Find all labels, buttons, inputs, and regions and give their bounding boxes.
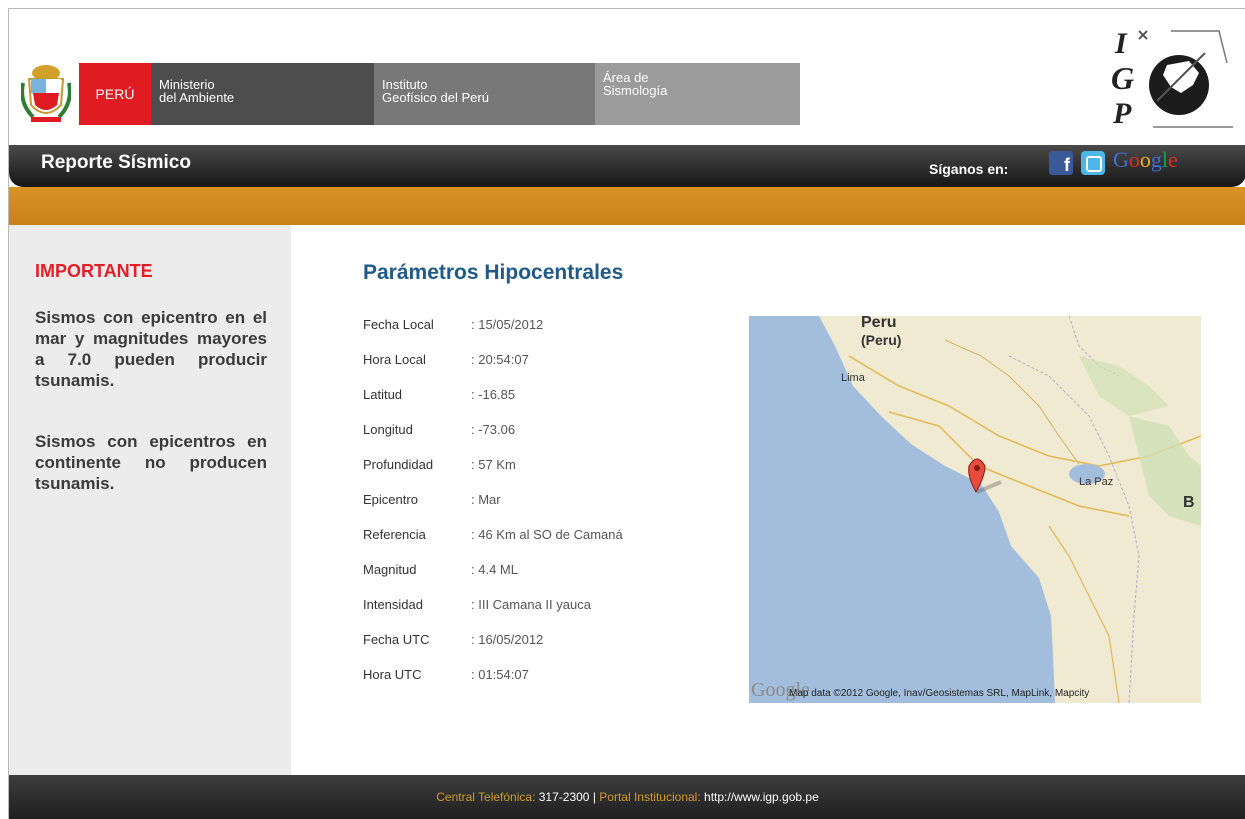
header: PERÚ Ministerio del Ambiente Instituto G…: [9, 9, 1245, 145]
param-value: : Mar: [471, 492, 501, 507]
portal-label: Portal Institucional:: [599, 790, 701, 804]
sidebar: IMPORTANTE Sismos con epicentro en el ma…: [9, 225, 291, 775]
important-heading: IMPORTANTE: [35, 261, 153, 281]
igp-logo[interactable]: I G P: [1109, 23, 1234, 133]
param-row: Magnitud : 4.4 ML: [363, 562, 723, 582]
map-canvas[interactable]: [749, 316, 1201, 703]
param-row: Fecha UTC : 16/05/2012: [363, 632, 723, 652]
igp-letter-p: P: [1112, 97, 1132, 130]
param-label: Referencia: [363, 527, 426, 542]
area-line2: Sismología: [603, 83, 668, 98]
page-frame: PERÚ Ministerio del Ambiente Instituto G…: [8, 8, 1245, 819]
param-row: Hora UTC : 01:54:07: [363, 667, 723, 687]
map-label-la-paz: La Paz: [1079, 476, 1114, 488]
facebook-icon[interactable]: f: [1049, 151, 1073, 175]
page-title: Reporte Sísmico: [41, 152, 191, 173]
param-value: : 20:54:07: [471, 352, 529, 367]
section-title: Parámetros Hipocentrales: [363, 261, 624, 284]
param-value: : 57 Km: [471, 457, 516, 472]
google-groups-icon[interactable]: Google: [1113, 147, 1178, 173]
area-segment[interactable]: Área de Sismología: [595, 63, 800, 125]
param-row: Profundidad : 57 Km: [363, 457, 723, 477]
param-row: Longitud : -73.06: [363, 422, 723, 442]
map-label-peru-paren: (Peru): [861, 332, 902, 348]
param-label: Epicentro: [363, 492, 418, 507]
igp-letter-i: I: [1114, 27, 1128, 60]
map-label-b: B: [1183, 494, 1195, 511]
param-label: Intensidad: [363, 597, 423, 612]
portal-link[interactable]: http://www.igp.gob.pe: [704, 790, 819, 804]
twitter-icon[interactable]: [1081, 151, 1105, 175]
param-row: Epicentro : Mar: [363, 492, 723, 512]
ministry-line2: del Ambiente: [159, 90, 235, 105]
tsunami-warning-text: Sismos con epicentro en el mar y magnitu…: [35, 308, 267, 390]
peru-label: PERÚ: [79, 63, 151, 125]
main-content: Parámetros Hipocentrales Fecha Local : 1…: [291, 225, 1245, 775]
param-label: Magnitud: [363, 562, 417, 577]
param-label: Fecha UTC: [363, 632, 430, 647]
param-row: Latitud : -16.85: [363, 387, 723, 407]
param-label: Longitud: [363, 422, 413, 437]
param-value: : 01:54:07: [471, 667, 529, 682]
param-row: Fecha Local : 15/05/2012: [363, 317, 723, 337]
param-value: : 4.4 ML: [471, 562, 518, 577]
param-row: Referencia : 46 Km al SO de Camaná: [363, 527, 723, 547]
footer: Central Telefónica: 317-2300 | Portal In…: [9, 775, 1245, 819]
map-label-lima: Lima: [841, 372, 865, 384]
no-tsunami-text: Sismos con epicentros en continente no p…: [35, 432, 267, 493]
param-value: : 46 Km al SO de Camaná: [471, 527, 623, 542]
param-label: Fecha Local: [363, 317, 434, 332]
follow-label: Síganos en:: [929, 161, 1009, 177]
param-row: Intensidad : III Camana II yauca: [363, 597, 723, 617]
param-label: Hora Local: [363, 352, 426, 367]
param-value: : III Camana II yauca: [471, 597, 591, 612]
footer-separator: |: [592, 790, 596, 804]
accent-bar: [9, 187, 1245, 225]
ministry-segment[interactable]: Ministerio del Ambiente: [151, 63, 374, 125]
igp-letter-g: G: [1111, 60, 1134, 96]
param-value: : 16/05/2012: [471, 632, 544, 647]
param-value: : -73.06: [471, 422, 516, 437]
institute-line2: Geofísico del Perú: [382, 90, 489, 105]
param-value: : -16.85: [471, 387, 516, 402]
map-label-peru: Peru: [861, 316, 897, 331]
param-label: Hora UTC: [363, 667, 422, 682]
phone-label: Central Telefónica:: [436, 790, 536, 804]
institute-segment[interactable]: Instituto Geofísico del Perú: [374, 63, 595, 125]
phone-value: 317-2300: [538, 790, 590, 804]
param-row: Hora Local : 20:54:07: [363, 352, 723, 372]
param-value: : 15/05/2012: [471, 317, 544, 332]
param-label: Profundidad: [363, 457, 434, 472]
map-credit[interactable]: Map data ©2012 Google, Inav/Geosistemas …: [789, 688, 1089, 699]
title-bar: Reporte Sísmico Síganos en: f Google: [9, 145, 1245, 187]
peru-coat-of-arms-icon: [21, 65, 71, 122]
epicenter-map[interactable]: Peru (Peru) Lima La Paz B Google Map dat…: [749, 316, 1201, 703]
param-label: Latitud: [363, 387, 403, 402]
